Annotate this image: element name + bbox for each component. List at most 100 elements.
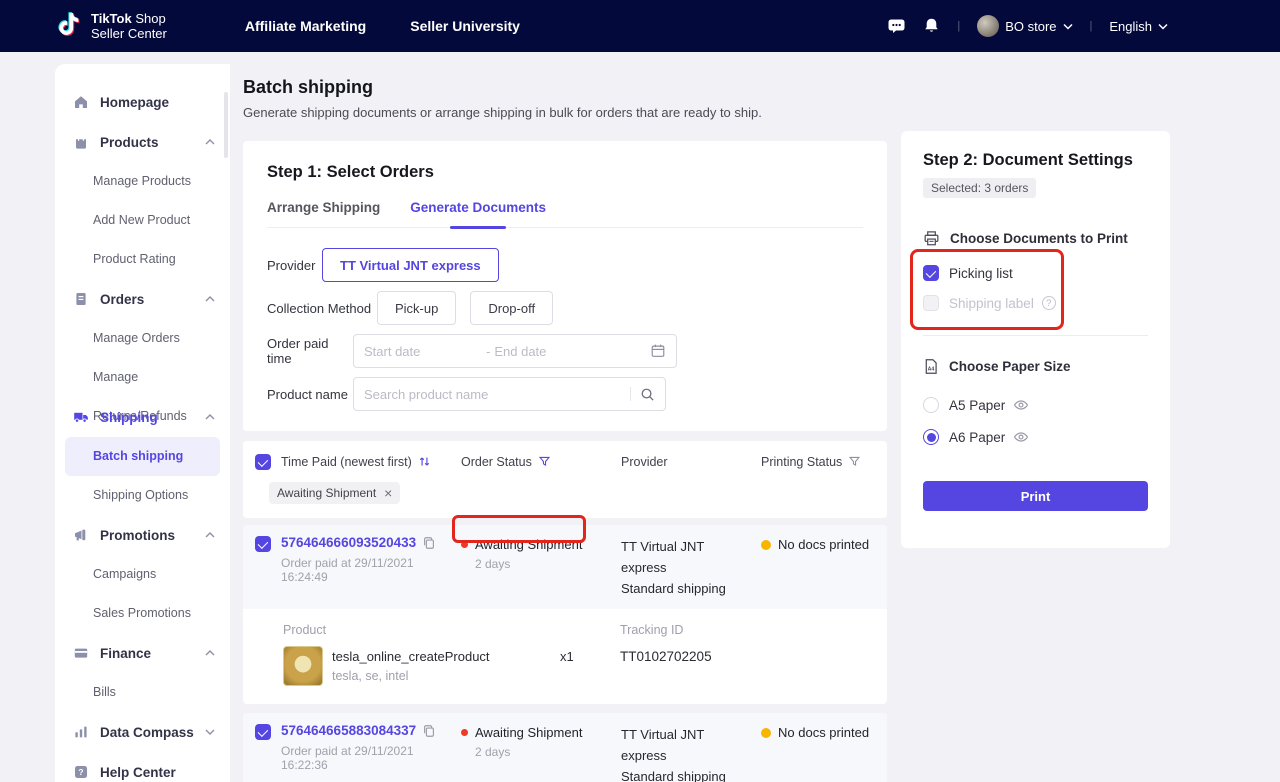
shipping-label-checkbox-disabled[interactable]	[923, 295, 939, 311]
order-checkbox[interactable]	[255, 536, 271, 552]
logo-word-tiktok: TikTok	[91, 11, 132, 26]
copy-icon[interactable]	[422, 536, 436, 550]
tab-arrange-shipping[interactable]: Arrange Shipping	[267, 200, 380, 227]
product-name-label: Product name	[267, 387, 353, 402]
help-circle-icon[interactable]: ?	[1042, 296, 1056, 310]
order-summary-row: 576464666093520433 Order paid at 29/11/2…	[243, 525, 887, 609]
filter-tag-awaiting-shipment[interactable]: Awaiting Shipment ×	[269, 482, 400, 504]
nav-link-seller-university[interactable]: Seller University	[410, 18, 520, 34]
a5-paper-option[interactable]: A5 Paper	[923, 397, 1148, 413]
promotions-megaphone-icon	[73, 527, 89, 543]
order-id-link[interactable]: 576464666093520433	[281, 535, 416, 550]
paper-size-icon: A4	[923, 358, 939, 375]
printing-status: No docs printed	[778, 537, 869, 552]
sidebar-item-label: Promotions	[100, 528, 175, 543]
sort-label: Time Paid (newest first)	[281, 455, 412, 469]
order-card: 576464665883084337 Order paid at 29/11/2…	[243, 713, 887, 782]
sidebar-item-help-center[interactable]: ? Help Center	[55, 752, 230, 782]
printing-status: No docs printed	[778, 725, 869, 740]
sidebar-item-label: Products	[100, 135, 159, 150]
filter-tag-label: Awaiting Shipment	[277, 486, 376, 500]
sidebar-item-orders[interactable]: Orders	[55, 279, 230, 319]
pickup-button[interactable]: Pick-up	[377, 291, 456, 325]
select-all-checkbox[interactable]	[255, 454, 271, 470]
sidebar-item-product-rating[interactable]: Product Rating	[55, 240, 230, 279]
sidebar-item-data-compass[interactable]: Data Compass	[55, 712, 230, 752]
tab-generate-documents[interactable]: Generate Documents	[410, 200, 546, 227]
choose-documents-label: Choose Documents to Print	[950, 231, 1128, 246]
chevron-down-icon	[1158, 23, 1168, 30]
copy-icon[interactable]	[422, 724, 436, 738]
sidebar-item-manage-orders[interactable]: Manage Orders	[55, 319, 230, 358]
store-switcher[interactable]: BO store	[977, 15, 1072, 37]
sort-time-paid[interactable]: Time Paid (newest first)	[281, 455, 461, 469]
sidebar-item-batch-shipping[interactable]: Batch shipping	[65, 437, 220, 476]
calendar-icon[interactable]	[650, 343, 666, 359]
tiktok-shop-logo[interactable]: TikTok Shop Seller Center	[56, 10, 167, 43]
finance-card-icon	[73, 645, 89, 661]
nav-link-affiliate-marketing[interactable]: Affiliate Marketing	[245, 18, 366, 34]
order-paid-at: Order paid at 29/11/2021 16:22:36	[281, 744, 461, 772]
a6-paper-option[interactable]: A6 Paper	[923, 429, 1148, 445]
sidebar-item-label: Finance	[100, 646, 151, 661]
sidebar-item-finance[interactable]: Finance	[55, 633, 230, 673]
picking-list-label: Picking list	[949, 266, 1013, 281]
end-date-input[interactable]	[494, 344, 612, 359]
printing-status-dot-yellow	[761, 540, 771, 550]
chevron-up-icon	[205, 296, 215, 302]
step1-tabs: Arrange Shipping Generate Documents	[267, 200, 863, 228]
sidebar-item-homepage[interactable]: Homepage	[55, 82, 230, 122]
dropoff-button[interactable]: Drop-off	[470, 291, 553, 325]
picking-list-option[interactable]: Picking list	[923, 265, 1148, 281]
date-range-picker[interactable]: -	[353, 334, 677, 368]
provider-selected-button[interactable]: TT Virtual JNT express	[322, 248, 499, 282]
picking-list-checkbox[interactable]	[923, 265, 939, 281]
shipping-method: Standard shipping	[621, 766, 761, 782]
sidebar-scrollbar[interactable]	[224, 92, 228, 158]
notifications-bell-icon[interactable]	[923, 17, 940, 35]
sidebar-item-manage-returns-refunds[interactable]: Manage Returns/Refunds	[55, 358, 230, 397]
chevron-up-icon	[205, 139, 215, 145]
sidebar-item-promotions[interactable]: Promotions	[55, 515, 230, 555]
tiktok-note-icon	[56, 10, 82, 43]
provider-label: Provider	[267, 258, 322, 273]
preview-eye-icon[interactable]	[1013, 398, 1029, 412]
product-name: tesla_online_createProduct	[332, 649, 490, 664]
print-button[interactable]: Print	[923, 481, 1148, 511]
selected-orders-badge: Selected: 3 orders	[923, 178, 1036, 198]
sidebar-item-shipping-options[interactable]: Shipping Options	[55, 476, 230, 515]
sidebar-item-manage-products[interactable]: Manage Products	[55, 162, 230, 201]
start-date-input[interactable]	[364, 344, 482, 359]
chevron-down-icon	[1063, 23, 1073, 30]
order-id-link[interactable]: 576464665883084337	[281, 723, 416, 738]
remove-filter-icon[interactable]: ×	[384, 486, 392, 500]
filter-order-status[interactable]: Order Status	[461, 455, 621, 469]
language-selector[interactable]: English	[1109, 19, 1168, 34]
a5-radio[interactable]	[923, 397, 939, 413]
sidebar-item-products[interactable]: Products	[55, 122, 230, 162]
sidebar-item-add-new-product[interactable]: Add New Product	[55, 201, 230, 240]
page-title: Batch shipping	[243, 77, 887, 98]
product-search-input[interactable]	[364, 387, 630, 402]
sidebar-item-label: Homepage	[100, 95, 169, 110]
filter-funnel-icon	[538, 455, 551, 468]
a6-radio-selected[interactable]	[923, 429, 939, 445]
printer-icon	[923, 230, 940, 247]
sidebar-item-campaigns[interactable]: Campaigns	[55, 555, 230, 594]
provider-line2: express	[621, 557, 761, 578]
date-range-separator: -	[486, 344, 490, 359]
messages-icon[interactable]	[887, 17, 906, 35]
printing-status-column-label: Printing Status	[761, 455, 842, 469]
choose-paper-size-section: A4 Choose Paper Size	[923, 358, 1148, 375]
top-navbar: TikTok Shop Seller Center Affiliate Mark…	[0, 0, 1280, 52]
order-checkbox[interactable]	[255, 724, 271, 740]
filter-printing-status[interactable]: Printing Status	[761, 455, 875, 469]
product-search-box[interactable]	[353, 377, 666, 411]
main-content: Batch shipping Generate shipping documen…	[243, 64, 887, 782]
preview-eye-icon[interactable]	[1013, 430, 1029, 444]
sidebar-item-bills[interactable]: Bills	[55, 673, 230, 712]
shipping-label-option[interactable]: Shipping label ?	[923, 295, 1148, 311]
choose-paper-size-label: Choose Paper Size	[949, 359, 1071, 374]
search-icon[interactable]	[640, 387, 655, 402]
sidebar-item-sales-promotions[interactable]: Sales Promotions	[55, 594, 230, 633]
